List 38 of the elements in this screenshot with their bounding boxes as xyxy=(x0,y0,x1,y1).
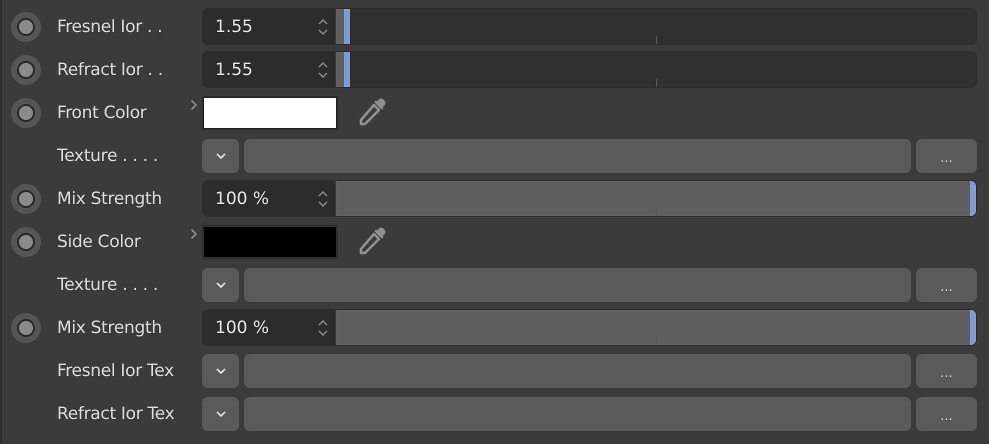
animation-key-icon[interactable] xyxy=(11,12,41,42)
dropdown-button[interactable] xyxy=(202,354,239,388)
spinner-arrows-icon[interactable] xyxy=(317,60,329,80)
parameter-label: Fresnel Ior . . xyxy=(57,16,164,36)
color-swatch[interactable] xyxy=(202,224,338,258)
spinner-arrows-icon[interactable] xyxy=(317,16,329,36)
browse-button[interactable]: ... xyxy=(916,396,977,430)
animation-key-icon[interactable] xyxy=(11,54,41,84)
spinner-arrows-icon[interactable] xyxy=(317,318,329,338)
parameter-label: Texture . . . . xyxy=(57,146,159,166)
parameter-label: Mix Strength xyxy=(57,188,163,208)
chevron-down-icon xyxy=(214,366,226,374)
dropdown-button[interactable] xyxy=(202,138,239,172)
texture-field[interactable] xyxy=(244,138,911,172)
color-swatch[interactable] xyxy=(202,96,338,130)
dropdown-button[interactable] xyxy=(202,268,239,302)
dropdown-button[interactable] xyxy=(202,396,239,430)
texture-field[interactable] xyxy=(244,268,911,302)
parameter-label: Fresnel Ior Tex xyxy=(57,360,175,380)
animation-key-icon[interactable] xyxy=(11,98,41,128)
browse-button[interactable]: ... xyxy=(916,354,977,388)
animation-key-icon[interactable] xyxy=(11,226,41,256)
chevron-down-icon xyxy=(214,410,226,418)
parameter-label: Front Color xyxy=(57,102,148,122)
parameter-label: Mix Strength xyxy=(57,318,163,338)
animation-key-icon[interactable] xyxy=(11,184,41,214)
parameter-label: Texture . . . . xyxy=(57,274,159,294)
parameter-label: Refract Ior Tex xyxy=(57,404,176,424)
parameter-label: Refract Ior . . xyxy=(57,60,164,80)
texture-field[interactable] xyxy=(244,354,911,388)
animation-key-icon[interactable] xyxy=(11,312,41,342)
texture-field[interactable] xyxy=(244,396,911,430)
browse-button[interactable]: ... xyxy=(916,138,977,172)
chevron-down-icon xyxy=(214,152,226,160)
parameter-label: Side Color xyxy=(57,232,142,252)
browse-button[interactable]: ... xyxy=(916,268,977,302)
spinner-arrows-icon[interactable] xyxy=(317,188,329,208)
chevron-down-icon xyxy=(214,280,226,288)
